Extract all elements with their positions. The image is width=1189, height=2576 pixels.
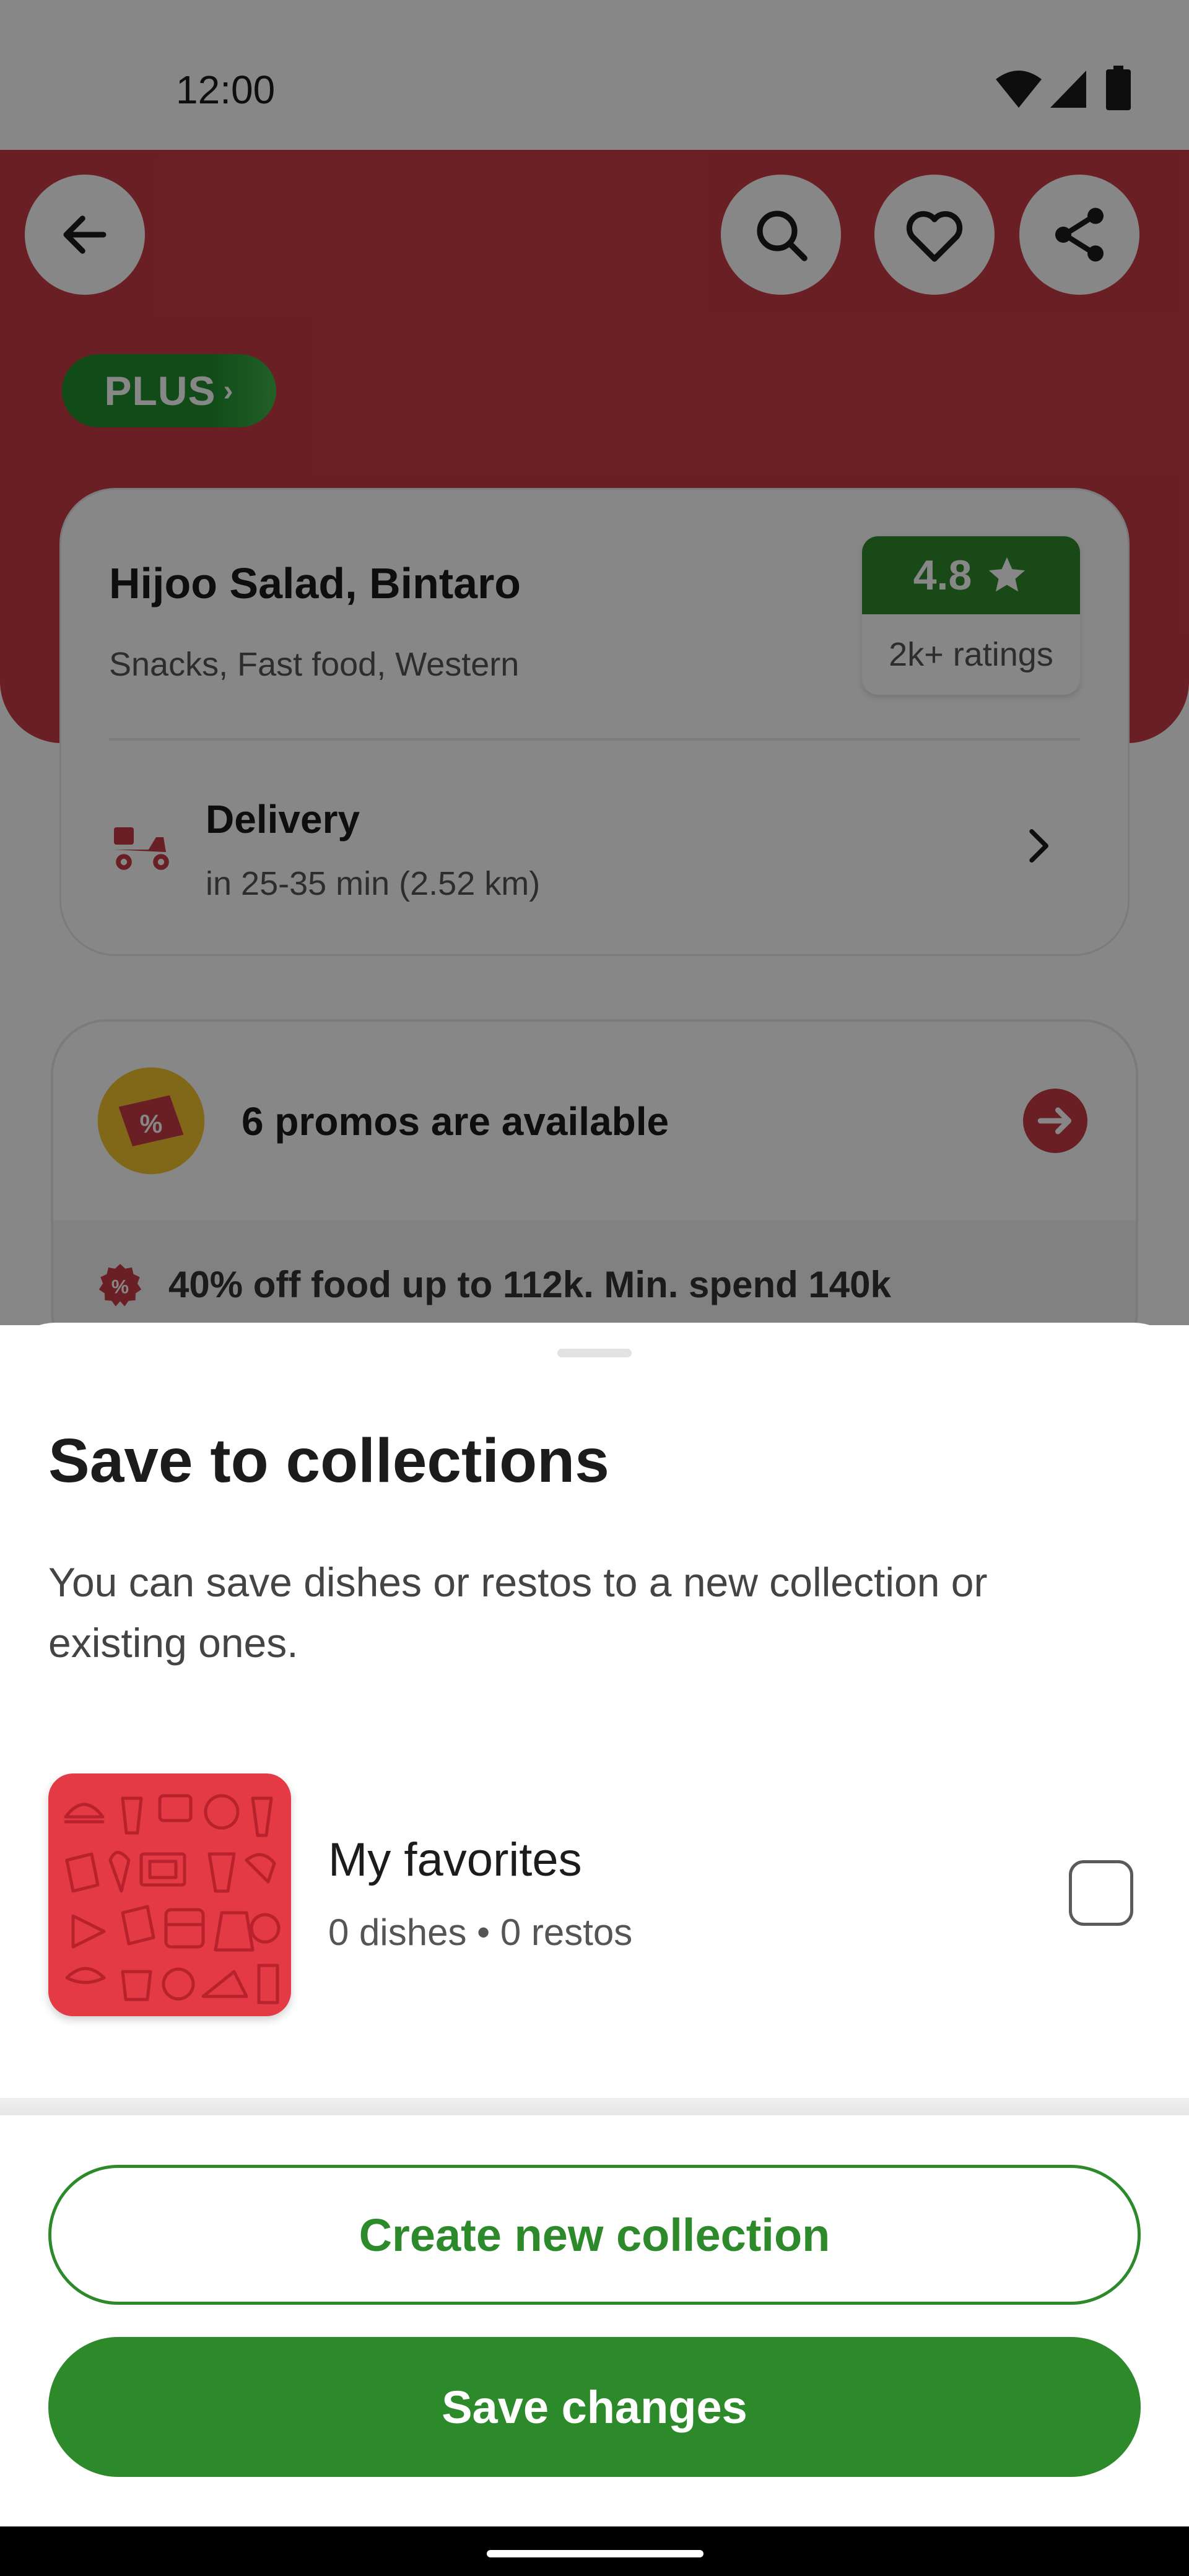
create-new-collection-button[interactable]: Create new collection <box>48 2165 1141 2305</box>
restaurant-page: 12:00 PLUS › Hijoo Salad, Bintaro Snacks… <box>0 0 1189 1325</box>
collection-meta: 0 dishes • 0 restos <box>328 1912 633 1953</box>
sheet-footer-divider <box>0 2098 1189 2115</box>
home-gesture-handle[interactable] <box>487 2550 703 2557</box>
sheet-drag-handle[interactable] <box>557 1349 632 1357</box>
collection-checkbox[interactable] <box>1069 1860 1133 1926</box>
food-pattern-icon <box>64 1794 281 2004</box>
collection-thumbnail[interactable] <box>48 1773 291 2016</box>
sheet-description: You can save dishes or restos to a new c… <box>48 1559 988 1666</box>
scrim-overlay[interactable] <box>0 0 1189 1325</box>
sheet-title: Save to collections <box>48 1426 609 1495</box>
collection-name: My favorites <box>328 1834 582 1886</box>
save-changes-button[interactable]: Save changes <box>48 2337 1141 2477</box>
